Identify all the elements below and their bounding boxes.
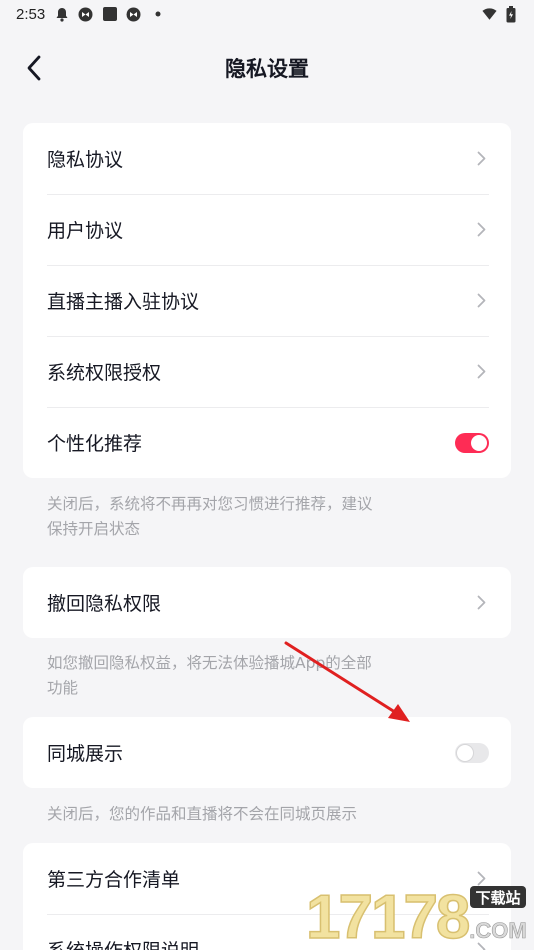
status-left: 2:53 [16,6,165,23]
revoke-privacy-row[interactable]: 撤回隐私权限 [23,567,511,638]
status-right [482,5,518,22]
chevron-right-icon [473,364,489,380]
user-agreement-row[interactable]: 用户协议 [23,194,511,265]
system-permission-row[interactable]: 系统权限授权 [23,336,511,407]
annotation-arrow-icon [284,641,410,722]
settings-card-agreements: 隐私协议 用户协议 直播主播入驻协议 系统权限授权 个性化推荐 [23,123,511,478]
privacy-agreement-row[interactable]: 隐私协议 [23,123,511,194]
chevron-left-icon [27,55,41,81]
svg-text:.COM: .COM [469,918,526,943]
row-label: 同城展示 [47,743,124,765]
toggle-knob [471,434,487,451]
streamer-agreement-row[interactable]: 直播主播入驻协议 [23,265,511,336]
local-display-row: 同城展示 [23,717,511,788]
hint-line: 关闭后，您的作品和直播将不会在同城页展示 [47,805,358,823]
notification-bell-icon [54,7,69,22]
hint-line: 关闭后，系统将不再再对您习惯进行推荐，建议 [47,495,373,513]
local-display-toggle[interactable] [455,742,489,763]
app-icon-2 [126,7,141,22]
personalized-hint: 关闭后，系统将不再再对您习惯进行推荐，建议 保持开启状态 [47,492,407,542]
svg-text:17178: 17178 [306,883,469,950]
chevron-right-icon [473,222,489,238]
wifi-icon [482,7,497,22]
settings-card-local: 同城展示 [23,717,511,788]
row-label: 直播主播入驻协议 [47,291,200,313]
settings-card-revoke: 撤回隐私权限 [23,567,511,638]
hint-line: 保持开启状态 [47,520,141,538]
square-icon [102,7,117,22]
battery-icon [503,5,518,22]
row-label: 隐私协议 [47,149,124,171]
row-label: 系统权限授权 [47,362,162,384]
chevron-right-icon [473,595,489,611]
dot-icon [150,7,165,22]
row-label: 个性化推荐 [47,433,143,455]
row-label: 用户协议 [47,220,124,242]
personalized-recommend-toggle[interactable] [455,432,489,453]
personalized-recommend-row: 个性化推荐 [23,407,511,478]
status-time: 2:53 [16,5,46,23]
app-icon [78,7,93,22]
nav-bar: 隐私设置 [0,40,534,96]
page-title: 隐私设置 [225,57,309,81]
back-button[interactable] [16,50,52,86]
site-watermark-logo: 17178 下载站 .COM [305,882,527,950]
chevron-right-icon [473,151,489,167]
chevron-right-icon [473,293,489,309]
svg-text:下载站: 下载站 [475,889,520,907]
local-hint: 关闭后，您的作品和直播将不会在同城页展示 [47,802,467,827]
status-bar: 2:53 [0,0,534,28]
toggle-knob [457,744,473,761]
row-label: 撤回隐私权限 [47,593,162,615]
